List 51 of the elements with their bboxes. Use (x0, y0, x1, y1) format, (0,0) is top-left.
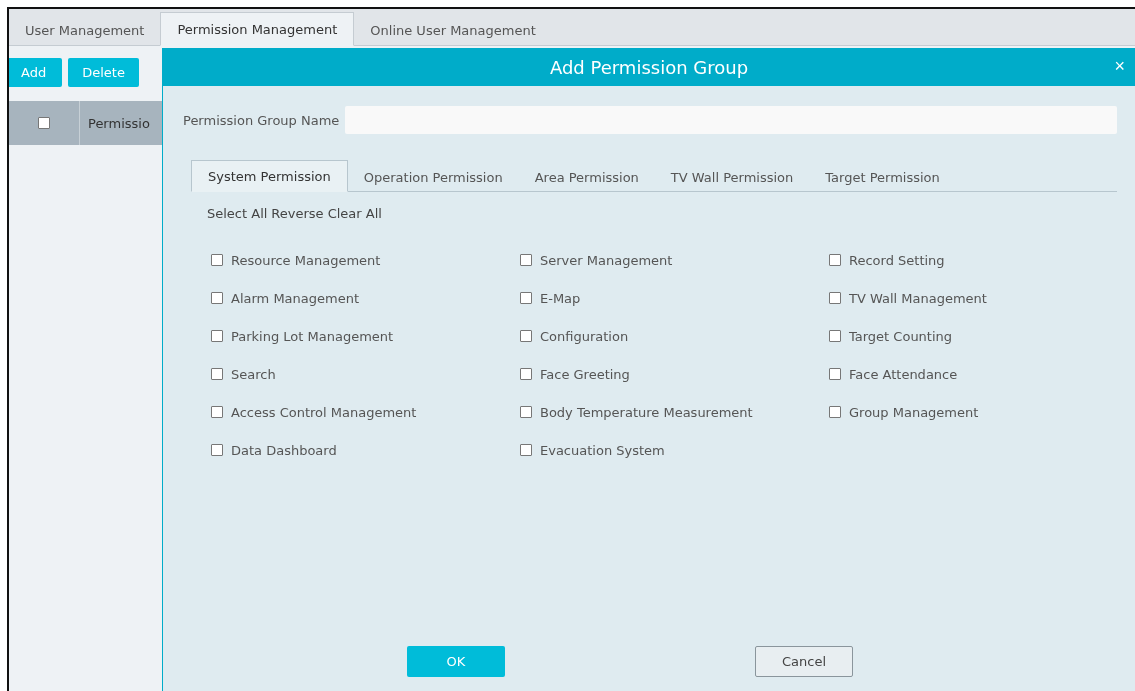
checkbox[interactable] (520, 292, 532, 304)
page-tab[interactable]: User Management (9, 14, 161, 46)
permission-tab[interactable]: Target Permission (809, 162, 956, 192)
bulk-action-link[interactable]: Clear All (327, 206, 382, 221)
checkbox[interactable] (38, 117, 50, 129)
cancel-button[interactable]: Cancel (755, 646, 853, 677)
page-tab[interactable]: Permission Management (160, 12, 355, 46)
checkbox[interactable] (829, 406, 841, 418)
checkbox[interactable] (520, 406, 532, 418)
checkbox[interactable] (829, 330, 841, 342)
checkbox-label: Group Management (849, 404, 979, 420)
checkbox[interactable] (211, 368, 223, 380)
permission-tab[interactable]: TV Wall Permission (654, 162, 810, 192)
dialog-title: Add Permission Group (549, 56, 749, 78)
checkbox-label: Data Dashboard (231, 442, 337, 458)
checkbox-label: E-Map (540, 290, 581, 306)
checkbox[interactable] (829, 368, 841, 380)
checkbox[interactable] (520, 254, 532, 266)
checkbox-label: Evacuation System (540, 442, 665, 458)
checkbox[interactable] (211, 330, 223, 342)
checkbox-label: Configuration (540, 328, 629, 344)
bulk-action-link[interactable]: Select All (207, 206, 268, 221)
checkbox-label: Face Greeting (540, 366, 630, 382)
field-label: Permission Group Name (183, 112, 340, 128)
checkbox-label: Record Setting (849, 252, 945, 268)
checkbox-label: TV Wall Management (849, 290, 987, 306)
checkbox[interactable] (829, 254, 841, 266)
checkbox-label: Alarm Management (231, 290, 360, 306)
page-tab[interactable]: Online User Management (354, 14, 552, 46)
checkbox[interactable] (211, 254, 223, 266)
permission-tab[interactable]: Operation Permission (347, 162, 519, 192)
checkbox[interactable] (829, 292, 841, 304)
checkbox-label: Search (231, 366, 276, 382)
checkbox[interactable] (520, 368, 532, 380)
checkbox-label: Parking Lot Management (231, 328, 394, 344)
checkbox[interactable] (211, 406, 223, 418)
bulk-action-link[interactable]: Reverse (271, 206, 324, 221)
checkbox-label: Resource Management (231, 252, 381, 268)
permission-tab[interactable]: Area Permission (518, 162, 655, 192)
checkbox-label: Access Control Management (231, 404, 417, 420)
checkbox[interactable] (520, 444, 532, 456)
permission-tab[interactable]: System Permission (191, 160, 348, 192)
checkbox-label: Face Attendance (849, 366, 958, 382)
checkbox[interactable] (520, 330, 532, 342)
checkbox-label: Target Counting (849, 328, 953, 344)
checkbox-label: Body Temperature Measurement (540, 404, 753, 420)
input-field[interactable] (345, 106, 1117, 134)
column-header: Permissio (87, 115, 150, 131)
checkbox-label: Server Management (540, 252, 673, 268)
checkbox[interactable] (211, 292, 223, 304)
checkbox[interactable] (211, 444, 223, 456)
